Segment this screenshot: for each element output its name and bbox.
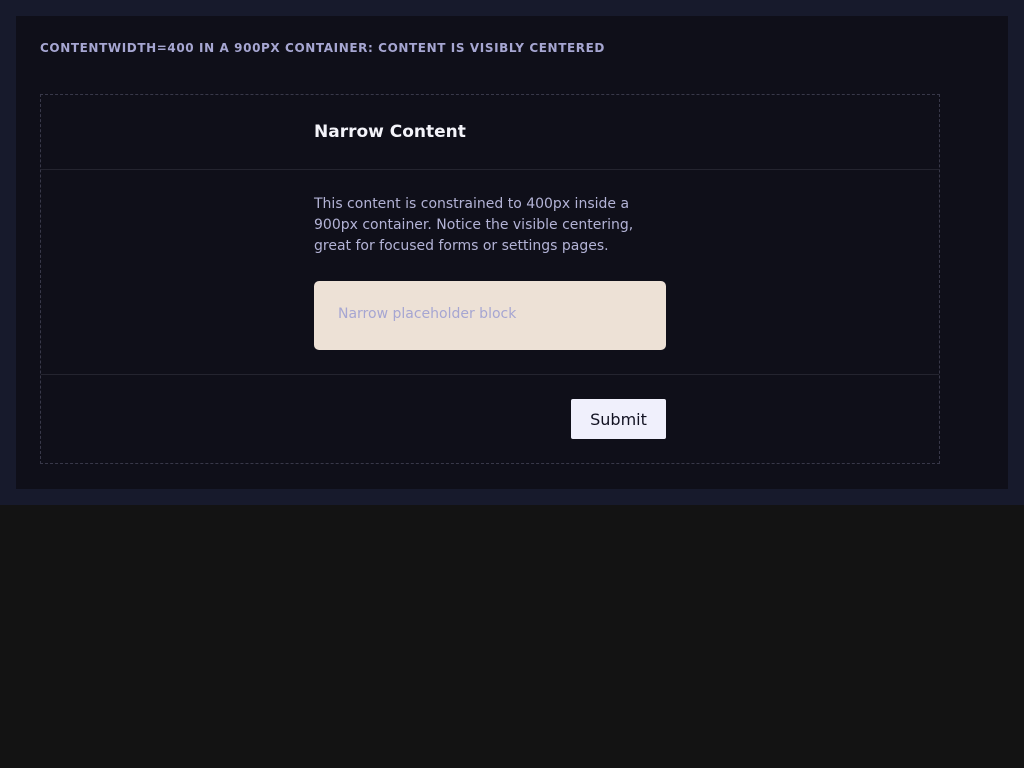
section-description: This content is constrained to 400px ins… xyxy=(314,196,634,254)
section-header: Narrow Content xyxy=(41,95,939,170)
demo-caption: CONTENTWIDTH=400 IN A 900PX CONTAINER: C… xyxy=(40,41,605,55)
narrow-content-container: Narrow Content This content is constrain… xyxy=(40,94,940,464)
submit-button[interactable]: Submit xyxy=(571,399,666,439)
narrow-placeholder-block: Narrow placeholder block xyxy=(314,281,666,350)
section-footer: Submit xyxy=(41,375,939,463)
section-title: Narrow Content xyxy=(314,122,466,142)
section-body: This content is constrained to 400px ins… xyxy=(41,170,939,375)
demo-panel: CONTENTWIDTH=400 IN A 900PX CONTAINER: C… xyxy=(16,16,1008,489)
demo-stage: CONTENTWIDTH=400 IN A 900PX CONTAINER: C… xyxy=(0,0,1024,505)
placeholder-text: Narrow placeholder block xyxy=(338,306,517,322)
